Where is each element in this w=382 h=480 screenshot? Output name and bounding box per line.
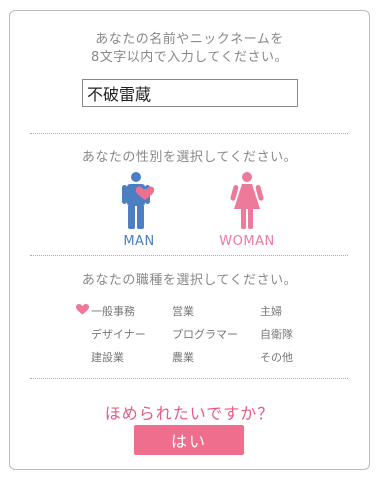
job-option-other[interactable]: その他 bbox=[260, 349, 293, 365]
job-option-general-office[interactable]: 一般事務 bbox=[91, 303, 135, 319]
gender-option-man[interactable]: MAN bbox=[104, 171, 174, 251]
divider-3 bbox=[30, 378, 348, 379]
job-option-designer[interactable]: デザイナー bbox=[91, 326, 146, 342]
yes-button[interactable]: はい bbox=[134, 425, 244, 455]
gender-option-woman[interactable]: WOMAN bbox=[212, 171, 282, 251]
praise-question: ほめられたいですか？ bbox=[104, 404, 275, 423]
job-option-sales[interactable]: 営業 bbox=[172, 303, 194, 319]
gender-prompt: あなたの性別を選択してください。 bbox=[81, 150, 298, 165]
divider-1 bbox=[30, 133, 348, 134]
woman-icon bbox=[230, 172, 264, 229]
form-card: あなたの名前やニックネームを 8文字以内で入力してください。 あなたの性別を選択… bbox=[9, 10, 370, 470]
job-prompt: あなたの職種を選択してください。 bbox=[81, 273, 298, 288]
selected-heart-icon bbox=[76, 304, 89, 315]
name-input[interactable] bbox=[82, 79, 298, 107]
job-option-agriculture[interactable]: 農業 bbox=[172, 349, 194, 365]
man-label: MAN bbox=[123, 234, 155, 249]
job-option-programmer[interactable]: プログラマー bbox=[172, 326, 238, 342]
woman-label: WOMAN bbox=[219, 234, 275, 249]
job-option-construction[interactable]: 建設業 bbox=[91, 349, 124, 365]
job-option-homemaker[interactable]: 主婦 bbox=[260, 303, 282, 319]
divider-2 bbox=[30, 255, 348, 256]
name-prompt-line2: 8文字以内で入力してください。 bbox=[91, 50, 288, 65]
name-prompt-line1: あなたの名前やニックネームを bbox=[95, 32, 284, 47]
man-icon bbox=[122, 172, 155, 229]
job-option-self-defense-force[interactable]: 自衛隊 bbox=[260, 326, 293, 342]
